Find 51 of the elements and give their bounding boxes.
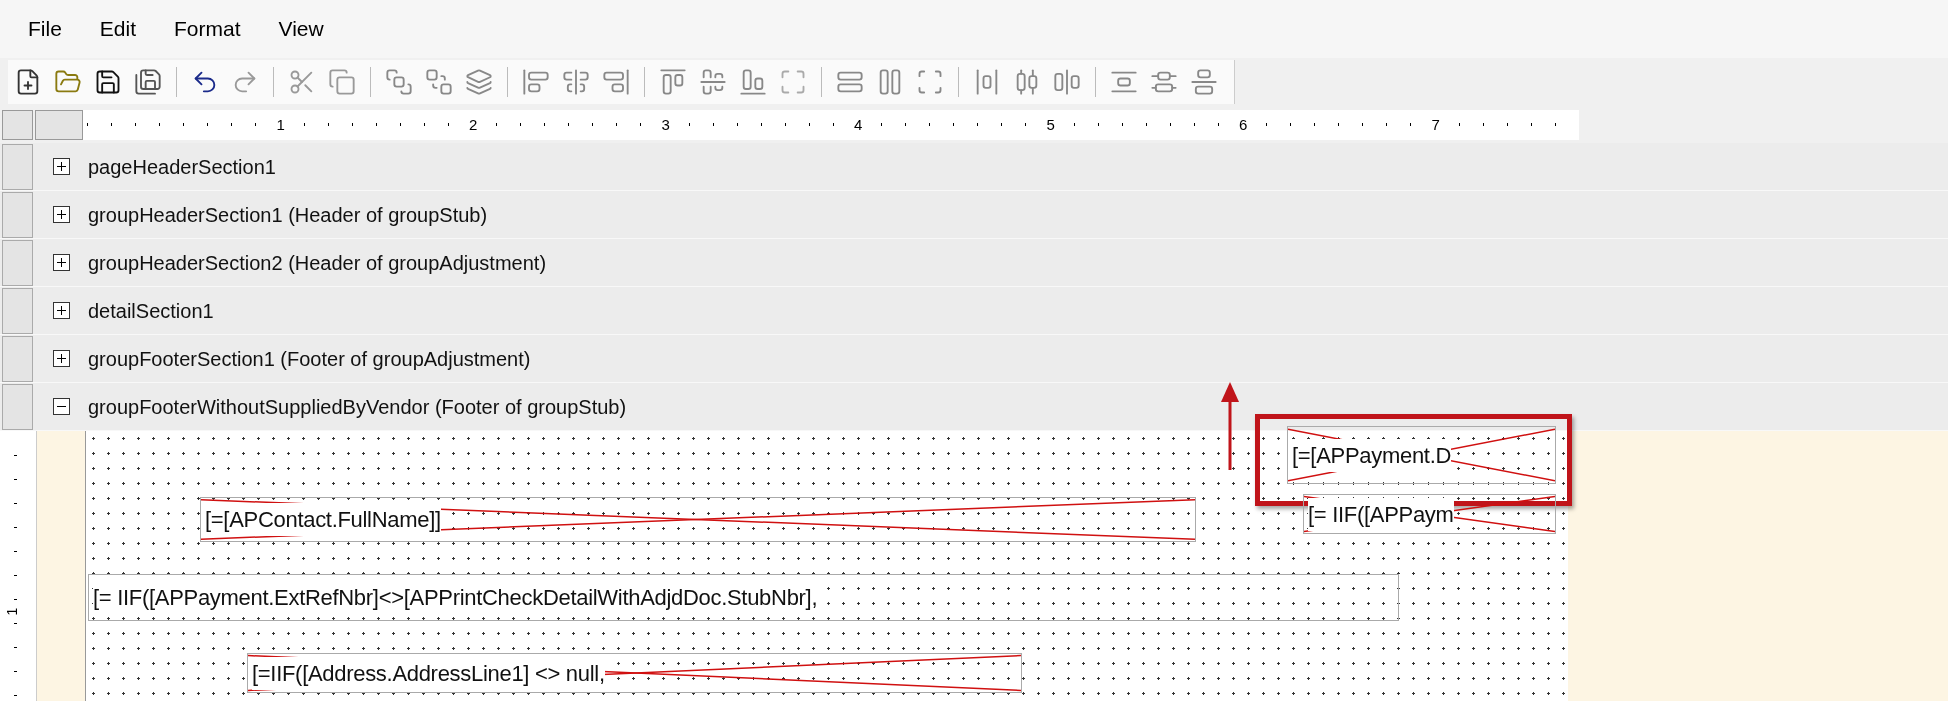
expand-icon[interactable] — [53, 254, 70, 271]
menu-item[interactable]: Format — [162, 13, 253, 45]
row-header[interactable] — [2, 383, 33, 430]
collapse-icon[interactable] — [53, 398, 70, 415]
align-right-icon[interactable] — [602, 68, 630, 96]
field-expression: [=[APContact.FullName]] — [205, 503, 441, 536]
expand-icon[interactable] — [53, 206, 70, 223]
section-title: pageHeaderSection1 — [88, 154, 276, 180]
row-header[interactable] — [2, 191, 33, 238]
section-title: groupHeaderSection2 (Header of groupAdjustment) — [88, 250, 547, 276]
align-center-icon[interactable] — [562, 68, 590, 96]
section-row[interactable]: groupHeaderSection1 (Header of groupStub) — [0, 191, 1948, 239]
menu-item[interactable]: Edit — [87, 13, 149, 45]
text-field-control[interactable]: [=[APPayment.D — [1287, 426, 1556, 484]
expand-icon[interactable] — [53, 158, 70, 175]
align-bottom-icon[interactable] — [739, 68, 767, 96]
menu-item[interactable]: View — [266, 13, 336, 45]
field-expression: [=[APPayment.D — [1292, 438, 1452, 472]
ruler-corner — [35, 110, 83, 140]
expand-icon[interactable] — [53, 302, 70, 319]
field-expression: [= IIF([APPaym — [1308, 497, 1454, 531]
row-header[interactable] — [2, 239, 33, 286]
bring-to-front-icon[interactable] — [385, 68, 413, 96]
section-row[interactable]: pageHeaderSection1 — [0, 143, 1948, 191]
text-field-control[interactable]: [= IIF([APPayment.ExtRefNbr]<>[APPrintCheckDetailWithAdjdDoc.StubNbr], — [88, 574, 1399, 621]
text-field-control[interactable]: [=IIF([Address.AddressLine1] <> null, — [247, 653, 1022, 693]
layers-icon[interactable] — [465, 68, 493, 96]
arrow-icon — [1218, 380, 1242, 472]
field-expression: [=IIF([Address.AddressLine1] <> null, — [252, 656, 605, 690]
section-title: groupHeaderSection1 (Header of groupStub) — [88, 202, 488, 228]
row-header[interactable] — [2, 287, 33, 334]
expand-icon[interactable] — [53, 350, 70, 367]
section-row[interactable]: groupFooterSection1 (Footer of groupAdjustment) — [0, 335, 1948, 383]
align-left-icon[interactable] — [522, 68, 550, 96]
text-field-control[interactable]: [= IIF([APPaym — [1303, 494, 1556, 534]
menu-item[interactable]: File — [16, 13, 74, 45]
section-title: groupFooterWithoutSuppliedByVendor (Footer of groupStub) — [88, 394, 627, 420]
row-header[interactable] — [2, 335, 33, 382]
send-to-back-icon[interactable] — [425, 68, 453, 96]
align-top-icon[interactable] — [659, 68, 687, 96]
text-field-control[interactable]: [=[APContact.FullName]] — [200, 497, 1196, 542]
save-icon[interactable] — [94, 68, 122, 96]
section-title: groupFooterSection1 (Footer of groupAdjustment) — [88, 346, 531, 372]
section-row[interactable]: groupFooterWithoutSuppliedByVendor (Footer of groupStub) — [0, 383, 1948, 431]
copy-icon[interactable] — [328, 68, 356, 96]
align-middle-icon[interactable] — [699, 68, 727, 96]
section-row[interactable]: detailSection1 — [0, 287, 1948, 335]
section-row[interactable]: groupHeaderSection2 (Header of groupAdjustment) — [0, 239, 1948, 287]
save-as-icon[interactable] — [134, 68, 162, 96]
section-title: detailSection1 — [88, 298, 214, 324]
row-header[interactable] — [2, 143, 33, 190]
